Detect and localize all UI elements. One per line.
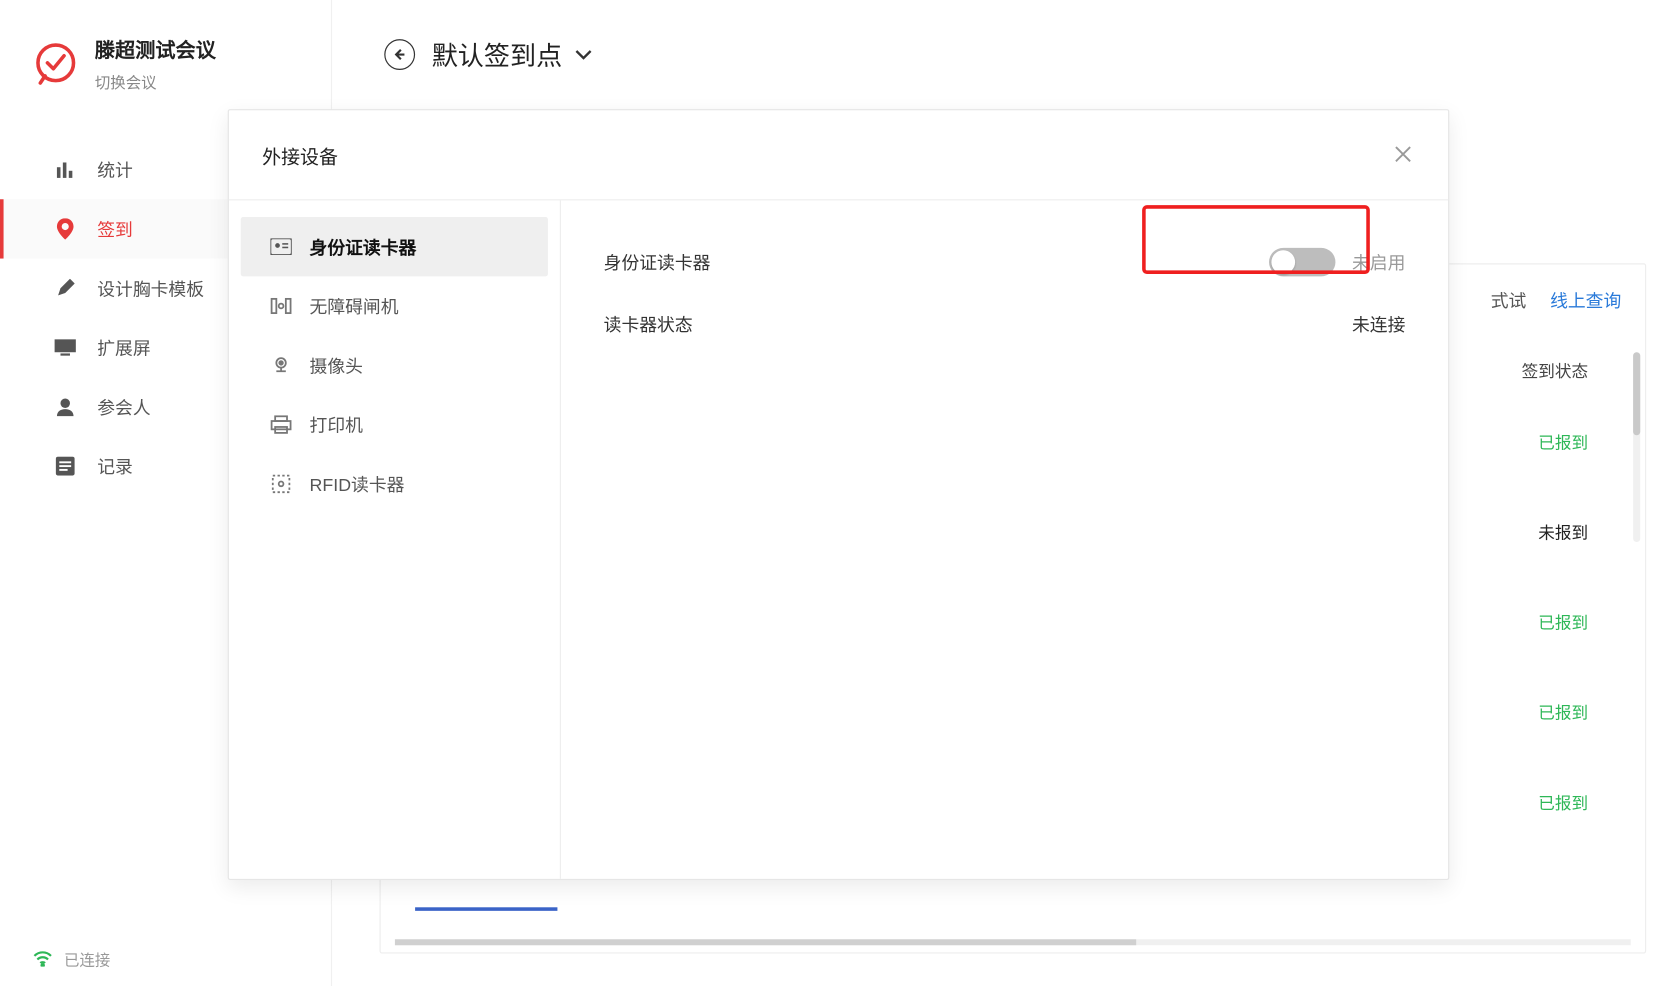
- tab-online-query[interactable]: 线上查询: [1550, 288, 1621, 313]
- connection-status: 已连接: [33, 948, 110, 971]
- device-tab-label: RFID读卡器: [310, 471, 405, 496]
- device-tab-gate[interactable]: 无障碍闸机: [241, 276, 548, 335]
- enable-toggle[interactable]: [1269, 248, 1335, 276]
- back-button[interactable]: [384, 39, 415, 70]
- gate-icon: [269, 294, 293, 318]
- printer-icon: [269, 413, 293, 437]
- status-cell: 已报到: [1538, 791, 1588, 815]
- breadcrumb: 默认签到点: [332, 0, 1658, 95]
- setting-label: 读卡器状态: [604, 311, 693, 336]
- nav-label: 参会人: [97, 394, 150, 419]
- nav-label: 设计胸卡模板: [97, 276, 204, 301]
- device-tab-idcard-reader[interactable]: 身份证读卡器: [241, 217, 548, 276]
- device-tab-camera[interactable]: 摄像头: [241, 336, 548, 395]
- hscroll-thumb[interactable]: [395, 939, 1136, 945]
- status-column-values: 已报到 未报到 已报到 已报到 已报到: [1538, 431, 1588, 815]
- wifi-icon: [33, 951, 52, 966]
- setting-row-status: 读卡器状态 未连接: [604, 293, 1406, 355]
- nav-label: 扩展屏: [97, 335, 150, 360]
- toggle-knob: [1271, 250, 1295, 274]
- dialog-close-button[interactable]: [1394, 144, 1415, 165]
- setting-label: 身份证读卡器: [604, 250, 711, 275]
- reader-status-value: 未连接: [1352, 311, 1405, 336]
- status-cell: 已报到: [1538, 611, 1588, 635]
- hscroll-track: [395, 939, 1631, 945]
- connection-label: 已连接: [64, 948, 110, 971]
- setting-row-enable: 身份证读卡器 未启用: [604, 231, 1406, 293]
- status-cell: 未报到: [1538, 521, 1588, 545]
- switch-meeting-link[interactable]: 切换会议: [95, 70, 216, 93]
- bar-chart-icon: [55, 159, 76, 180]
- brand-block: 滕超测试会议 切换会议: [0, 0, 331, 114]
- dialog-header: 外接设备: [229, 110, 1448, 200]
- vscroll-thumb[interactable]: [1633, 352, 1640, 435]
- close-icon: [1394, 144, 1413, 163]
- list-icon: [55, 455, 76, 476]
- status-cell: 已报到: [1538, 701, 1588, 725]
- arrow-left-icon: [393, 47, 407, 61]
- device-tab-rfid[interactable]: RFID读卡器: [241, 454, 548, 513]
- nav-label: 记录: [97, 454, 133, 479]
- monitor-icon: [55, 337, 76, 358]
- pen-icon: [55, 278, 76, 299]
- nav-label: 签到: [97, 216, 133, 241]
- status-cell: 已报到: [1538, 431, 1588, 455]
- toggle-group: 未启用: [1269, 248, 1405, 276]
- toggle-state-label: 未启用: [1352, 250, 1405, 275]
- rfid-icon: [269, 472, 293, 496]
- id-card-icon: [269, 235, 293, 259]
- dialog-title: 外接设备: [262, 141, 338, 169]
- device-tab-label: 身份证读卡器: [310, 234, 417, 259]
- location-pin-icon: [55, 218, 76, 239]
- checkpoint-dropdown[interactable]: 默认签到点: [432, 36, 593, 74]
- panel-tabs: 式试 线上查询: [1491, 288, 1621, 313]
- person-icon: [55, 396, 76, 417]
- external-devices-dialog: 外接设备 身份证读卡器 无障碍闸机 摄像头 打印机: [228, 109, 1450, 880]
- column-header-status: 签到状态: [1522, 359, 1588, 383]
- chevron-down-icon: [574, 49, 593, 61]
- app-logo-icon: [33, 40, 78, 85]
- device-tab-label: 无障碍闸机: [310, 294, 399, 319]
- tab-partial-text: 式试: [1491, 288, 1527, 313]
- device-tab-label: 打印机: [310, 412, 363, 437]
- camera-icon: [269, 353, 293, 377]
- device-settings-panel: 身份证读卡器 未启用 读卡器状态 未连接: [561, 200, 1448, 878]
- nav-label: 统计: [97, 157, 133, 182]
- active-tab-underline: [415, 907, 557, 911]
- dialog-body: 身份证读卡器 无障碍闸机 摄像头 打印机 RFID读卡器 身份证读卡器: [229, 200, 1448, 878]
- device-category-list: 身份证读卡器 无障碍闸机 摄像头 打印机 RFID读卡器: [229, 200, 561, 878]
- checkpoint-title: 默认签到点: [432, 36, 562, 74]
- device-tab-printer[interactable]: 打印机: [241, 395, 548, 454]
- device-tab-label: 摄像头: [310, 353, 363, 378]
- meeting-title: 滕超测试会议: [95, 33, 216, 63]
